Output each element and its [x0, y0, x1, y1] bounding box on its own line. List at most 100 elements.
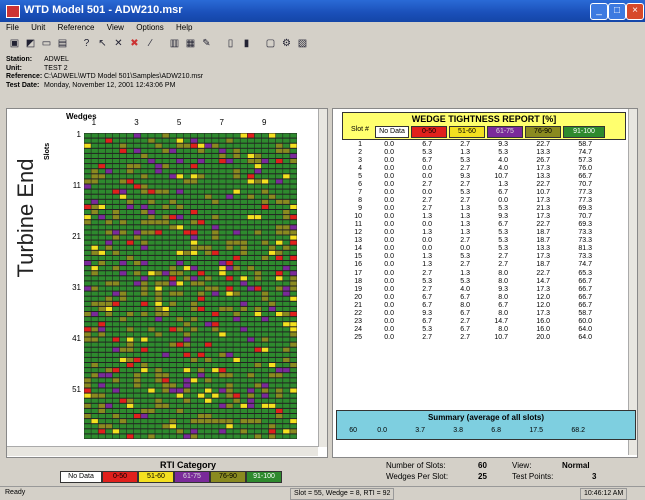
wedge-cell[interactable] [268, 281, 276, 286]
wedge-cell[interactable] [148, 286, 155, 291]
wedge-cell[interactable] [84, 159, 91, 164]
wedge-cell[interactable] [98, 363, 106, 368]
wedge-cell[interactable] [148, 189, 155, 194]
wedge-cell[interactable] [105, 383, 113, 388]
wedge-cell[interactable] [162, 327, 169, 332]
wedge-cell[interactable] [190, 342, 198, 347]
wedge-cell[interactable] [254, 357, 262, 362]
wedge-cell[interactable] [126, 332, 134, 337]
wedge-cell[interactable] [155, 240, 162, 245]
wedge-cell[interactable] [233, 408, 240, 413]
wedge-cell[interactable] [148, 424, 155, 429]
wedge-cell[interactable] [84, 408, 91, 413]
wedge-cell[interactable] [190, 378, 198, 383]
wedge-cell[interactable] [247, 215, 255, 220]
wedge-cell[interactable] [98, 424, 106, 429]
wedge-cell[interactable] [119, 403, 127, 408]
wedge-cell[interactable] [254, 429, 262, 434]
wedge-cell[interactable] [155, 179, 162, 184]
wedge-cell[interactable] [254, 301, 262, 306]
wedge-cell[interactable] [219, 363, 226, 368]
wedge-cell[interactable] [112, 261, 120, 266]
wedge-cell[interactable] [91, 306, 98, 311]
wedge-cell[interactable] [84, 250, 91, 255]
wedge-cell[interactable] [105, 230, 113, 235]
wedge-cell[interactable] [162, 414, 169, 419]
wedge-cell[interactable] [183, 332, 191, 337]
wedge-cell[interactable] [247, 378, 255, 383]
wedge-cell[interactable] [219, 148, 226, 153]
wedge-cell[interactable] [290, 276, 297, 281]
wedge-cell[interactable] [276, 199, 283, 204]
help-icon[interactable]: ? [80, 38, 93, 50]
wedge-cell[interactable] [84, 230, 91, 235]
wedge-cell[interactable] [247, 245, 255, 250]
wedge-cell[interactable] [84, 215, 91, 220]
table-row[interactable]: 21 0.0 6.7 8.0 6.7 12.0 66.7 [344, 302, 624, 310]
wedge-cell[interactable] [261, 403, 269, 408]
wedge-cell[interactable] [261, 230, 269, 235]
wedge-cell[interactable] [105, 419, 113, 424]
wedge-cell[interactable] [240, 133, 248, 138]
wedge-cell[interactable] [169, 159, 177, 164]
wedge-cell[interactable] [261, 189, 269, 194]
wedge-cell[interactable] [169, 169, 177, 174]
wedge-cell[interactable] [290, 255, 297, 260]
wedge-cell[interactable] [176, 373, 184, 378]
wedge-cell[interactable] [141, 179, 148, 184]
wedge-cell[interactable] [105, 143, 113, 148]
wedge-cell[interactable] [276, 138, 283, 143]
wedge-cell[interactable] [155, 332, 162, 337]
wedge-cell[interactable] [105, 255, 113, 260]
wedge-cell[interactable] [169, 327, 177, 332]
wedge-cell[interactable] [219, 317, 226, 322]
wedge-cell[interactable] [197, 164, 205, 169]
wedge-cell[interactable] [240, 210, 248, 215]
wedge-cell[interactable] [134, 352, 141, 357]
wedge-cell[interactable] [105, 133, 113, 138]
wedge-cell[interactable] [226, 327, 233, 332]
wedge-cell[interactable] [226, 164, 233, 169]
wedge-cell[interactable] [155, 174, 162, 179]
wedge-cell[interactable] [134, 301, 141, 306]
window1-icon[interactable]: ▯ [224, 38, 237, 50]
wedge-cell[interactable] [212, 266, 219, 271]
wedge-cell[interactable] [190, 383, 198, 388]
wedge-cell[interactable] [91, 429, 98, 434]
wedge-cell[interactable] [91, 220, 98, 225]
wedge-cell[interactable] [226, 153, 233, 158]
wedge-cell[interactable] [169, 434, 177, 439]
wedge-cell[interactable] [268, 133, 276, 138]
wedge-cell[interactable] [254, 230, 262, 235]
wedge-cell[interactable] [261, 347, 269, 352]
wedge-cell[interactable] [240, 347, 248, 352]
wedge-cell[interactable] [91, 199, 98, 204]
table-row[interactable]: 10 0.0 1.3 1.3 9.3 17.3 70.7 [344, 213, 624, 221]
wedge-cell[interactable] [212, 383, 219, 388]
wedge-cell[interactable] [105, 271, 113, 276]
wedge-cell[interactable] [112, 225, 120, 230]
wedge-cell[interactable] [134, 210, 141, 215]
wedge-cell[interactable] [91, 378, 98, 383]
wedge-cell[interactable] [155, 357, 162, 362]
wedge-cell[interactable] [261, 164, 269, 169]
wedge-cell[interactable] [290, 368, 297, 373]
wedge-cell[interactable] [126, 240, 134, 245]
wedge-cell[interactable] [212, 194, 219, 199]
wedge-cell[interactable] [155, 184, 162, 189]
wedge-cell[interactable] [219, 271, 226, 276]
wedge-cell[interactable] [219, 388, 226, 393]
wedge-cell[interactable] [261, 245, 269, 250]
wedge-cell[interactable] [98, 342, 106, 347]
wedge-cell[interactable] [205, 327, 212, 332]
wedge-cell[interactable] [91, 169, 98, 174]
view-icon[interactable]: ▭ [40, 38, 53, 50]
wedge-cell[interactable] [240, 368, 248, 373]
wedge-cell[interactable] [134, 230, 141, 235]
wedge-cell[interactable] [276, 398, 283, 403]
wedge-cell[interactable] [212, 261, 219, 266]
wedge-cell[interactable] [233, 153, 240, 158]
wedge-cell[interactable] [205, 164, 212, 169]
wedge-cell[interactable] [276, 352, 283, 357]
wedge-cell[interactable] [261, 210, 269, 215]
